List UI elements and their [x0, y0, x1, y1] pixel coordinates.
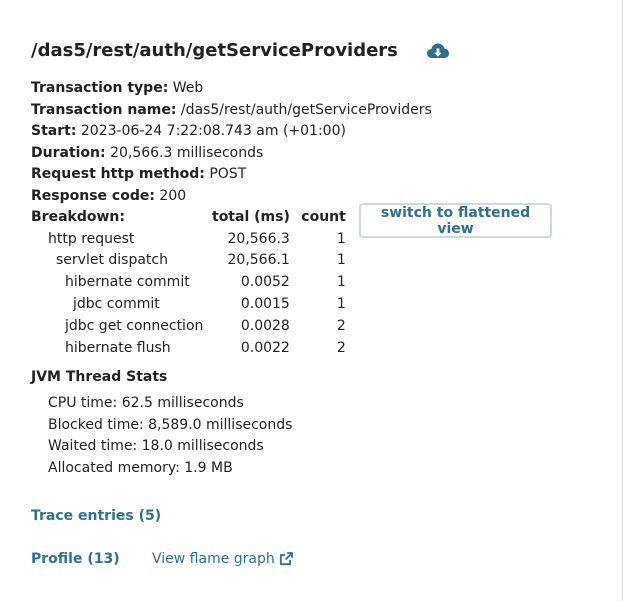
jvm-thread-stats: CPU time: 62.5 milliseconds Blocked time…	[48, 393, 292, 479]
page-title: /das5/rest/auth/getServiceProviders	[31, 40, 398, 61]
property-value: 200	[159, 187, 187, 204]
breakdown-row-count: 1	[336, 252, 346, 269]
trace-entries-link[interactable]: Trace entries (5)	[31, 508, 161, 524]
breakdown-row-total: 0.0028	[240, 317, 290, 334]
breakdown-row: jdbc get connection 0.0028 2	[31, 315, 346, 337]
breakdown-row: servlet dispatch 20,566.1 1	[31, 250, 346, 272]
jvm-thread-stats-heading: JVM Thread Stats	[31, 369, 168, 385]
property-label: Start:	[31, 123, 77, 140]
breakdown-row-name: http request	[48, 230, 135, 247]
view-flame-graph-link[interactable]: View flame graph	[152, 551, 293, 567]
property-value: POST	[209, 166, 247, 183]
property-label: Transaction name:	[31, 101, 177, 118]
breakdown-row-total: 0.0052	[240, 274, 290, 291]
property-value: Web	[172, 80, 204, 96]
breakdown-row-total: 0.0015	[240, 296, 290, 313]
transaction-properties: Transaction type: Web Transaction name: …	[31, 78, 432, 208]
external-link-icon	[279, 552, 293, 566]
property-label: Duration:	[31, 144, 106, 161]
property-duration: Duration: 20,566.3 milliseconds	[31, 143, 432, 165]
property-value: 20,566.3 milliseconds	[110, 144, 264, 161]
profile-link[interactable]: Profile (13)	[31, 551, 120, 567]
breakdown-header-count: count	[301, 208, 346, 225]
view-flame-graph-label: View flame graph	[152, 551, 275, 567]
breakdown-row: jdbc commit 0.0015 1	[31, 293, 346, 315]
property-label: Transaction type:	[31, 80, 169, 96]
breakdown-row-name: servlet dispatch	[56, 252, 168, 269]
breakdown-header-name: Breakdown:	[31, 208, 125, 225]
breakdown-row-count: 1	[336, 230, 346, 247]
jvm-stat-allocated-memory: Allocated memory: 1.9 MB	[48, 459, 233, 476]
breakdown-row: hibernate commit 0.0052 1	[31, 271, 346, 293]
breakdown-row-name: jdbc commit	[73, 296, 160, 313]
breakdown-table-container: Breakdown: total (ms) count http request…	[31, 206, 346, 359]
property-value: 2023-06-24 7:22:08.743 am (+01:00)	[80, 123, 346, 140]
property-transaction-type: Transaction type: Web	[31, 78, 432, 100]
breakdown-row-count: 1	[336, 296, 346, 313]
breakdown-row-count: 1	[336, 274, 346, 291]
breakdown-row-name: jdbc get connection	[65, 317, 204, 334]
property-http-method: Request http method: POST	[31, 164, 432, 186]
cloud-download-icon[interactable]	[426, 41, 450, 61]
breakdown-header-row: Breakdown: total (ms) count	[31, 206, 346, 228]
jvm-stat-waited-time: Waited time: 18.0 milliseconds	[48, 438, 264, 455]
breakdown-row-total: 20,566.1	[227, 252, 290, 269]
property-start: Start: 2023-06-24 7:22:08.743 am (+01:00…	[31, 121, 432, 143]
transaction-detail-panel: /das5/rest/auth/getServiceProviders Tran…	[0, 0, 623, 601]
breakdown-row: hibernate flush 0.0022 2	[31, 337, 346, 359]
title-row: /das5/rest/auth/getServiceProviders	[31, 40, 450, 61]
jvm-stat-cpu-time: CPU time: 62.5 milliseconds	[48, 395, 244, 411]
switch-to-flattened-view-button[interactable]: switch to flattened view	[359, 203, 552, 238]
breakdown-row-name: hibernate commit	[65, 274, 190, 291]
property-label: Request http method:	[31, 166, 205, 183]
breakdown-row-name: hibernate flush	[65, 339, 171, 356]
breakdown-row-count: 2	[336, 339, 346, 356]
breakdown-row-count: 2	[336, 317, 346, 334]
breakdown-table: Breakdown: total (ms) count http request…	[31, 206, 346, 359]
breakdown-header-total: total (ms)	[212, 208, 290, 225]
breakdown-row: http request 20,566.3 1	[31, 228, 346, 250]
jvm-stat-blocked-time: Blocked time: 8,589.0 milliseconds	[48, 416, 293, 433]
property-transaction-name: Transaction name: /das5/rest/auth/getSer…	[31, 100, 432, 122]
breakdown-row-total: 20,566.3	[227, 230, 290, 247]
property-label: Response code:	[31, 187, 155, 204]
property-value: /das5/rest/auth/getServiceProviders	[180, 101, 432, 118]
breakdown-row-total: 0.0022	[240, 339, 290, 356]
